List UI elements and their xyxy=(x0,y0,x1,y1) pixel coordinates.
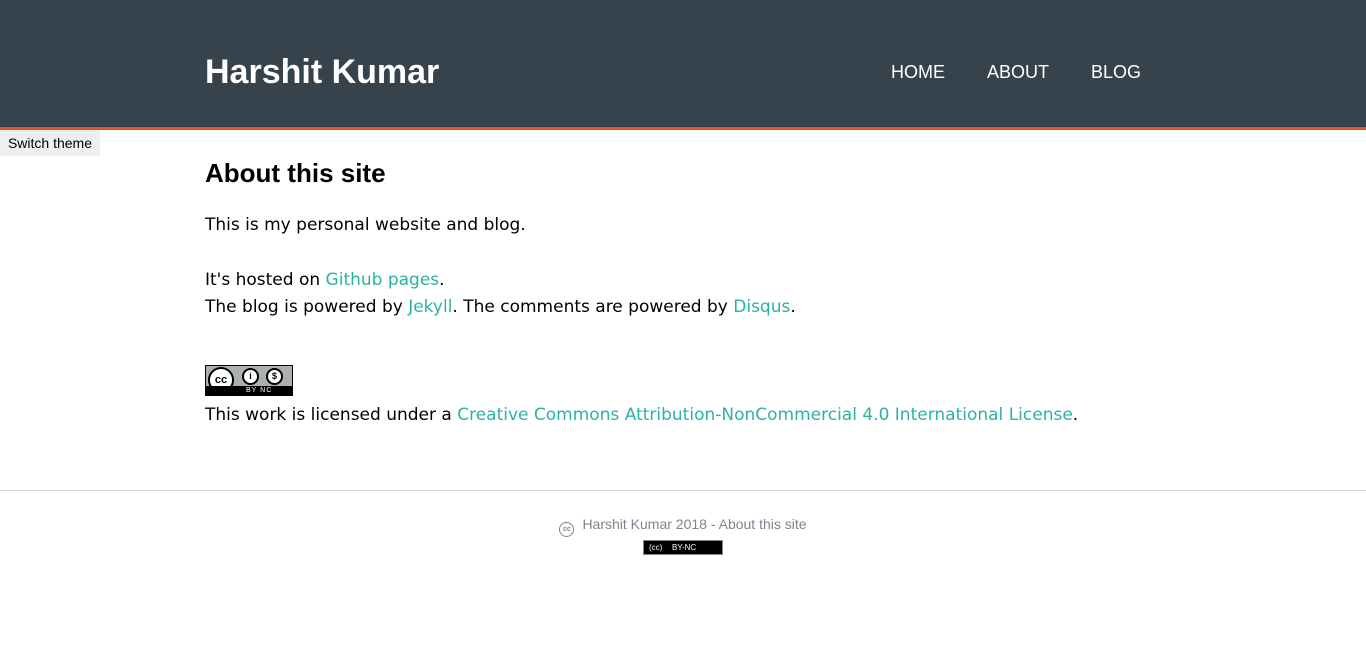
creative-commons-icon: cc xyxy=(559,522,575,537)
site-title-link[interactable]: Harshit Kumar xyxy=(205,50,439,94)
cc-license-badge[interactable]: cc i $ BY NC xyxy=(205,365,293,396)
powered-by-text: The blog is powered by Jekyll. The comme… xyxy=(205,294,1165,321)
site-footer: cc Harshit Kumar 2018 - About this site xyxy=(0,514,1366,537)
footer-badge-label: BY-NC xyxy=(672,543,697,552)
page-title: About this site xyxy=(205,158,386,188)
footer-license-badge[interactable]: (cc) BY-NC xyxy=(643,540,723,555)
license-suffix: . xyxy=(1072,405,1079,425)
main-nav: HOME ABOUT BLOG xyxy=(849,60,1141,84)
disqus-link[interactable]: Disqus xyxy=(733,297,790,317)
license-text: This work is licensed under a Creative C… xyxy=(205,402,1165,429)
license-prefix: This work is licensed under a xyxy=(205,405,458,425)
comments-prefix: . The comments are powered by xyxy=(452,297,734,317)
site-header: Harshit Kumar HOME ABOUT BLOG xyxy=(0,0,1366,130)
jekyll-link[interactable]: Jekyll xyxy=(408,297,452,317)
nav-home[interactable]: HOME xyxy=(891,62,945,82)
noncommercial-icon: $ xyxy=(266,368,283,385)
hosted-text: It's hosted on Github pages. xyxy=(205,267,1165,294)
hosted-prefix: It's hosted on xyxy=(205,270,326,290)
intro-text: This is my personal website and blog. xyxy=(205,215,526,235)
comments-suffix: . xyxy=(790,297,796,317)
github-pages-link[interactable]: Github pages xyxy=(326,270,440,290)
nav-about[interactable]: ABOUT xyxy=(987,62,1049,82)
cc-license-link[interactable]: Creative Commons Attribution-NonCommerci… xyxy=(457,405,1073,425)
footer-text: Harshit Kumar 2018 - About this site xyxy=(582,516,807,532)
attribution-icon: i xyxy=(242,368,259,385)
switch-theme-button[interactable]: Switch theme xyxy=(0,130,100,156)
hosted-suffix: . xyxy=(439,270,445,290)
footer-badge-cc: (cc) xyxy=(649,543,663,552)
blog-prefix: The blog is powered by xyxy=(205,297,409,317)
footer-divider xyxy=(0,490,1366,491)
nav-blog[interactable]: BLOG xyxy=(1091,62,1141,82)
badge-bar-text: BY NC xyxy=(246,387,273,394)
main-content: About this site This is my personal webs… xyxy=(205,150,1165,429)
